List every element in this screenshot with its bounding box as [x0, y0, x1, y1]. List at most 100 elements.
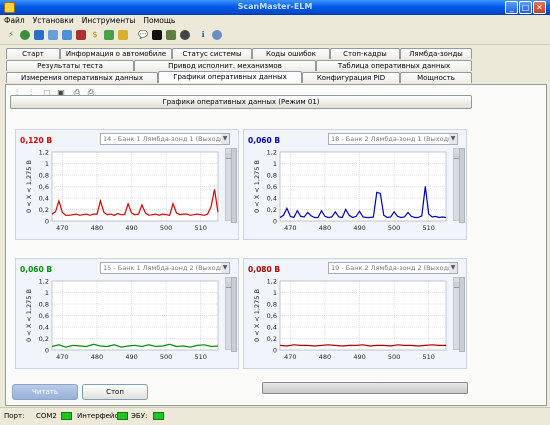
- tab-vehicle-info[interactable]: Информация о автомобиле: [60, 48, 172, 59]
- monitor-icon[interactable]: [152, 30, 162, 40]
- x-tick-label: 500: [160, 353, 172, 361]
- y-tick-label: 0,8: [267, 172, 277, 180]
- chat-icon[interactable]: 💬: [138, 30, 148, 40]
- menu-tools[interactable]: Инструменты: [78, 15, 140, 27]
- tab-live-data-graphs[interactable]: Графики оперативных данных: [158, 71, 302, 83]
- chart-side-bar: [231, 277, 237, 352]
- x-tick-label: 480: [91, 224, 103, 232]
- tab-start[interactable]: Старт: [6, 48, 60, 59]
- menu-settings[interactable]: Установки: [29, 15, 78, 27]
- y-tick-label: 0: [273, 218, 277, 226]
- x-tick-label: 500: [388, 224, 400, 232]
- battery-icon[interactable]: [166, 30, 176, 40]
- chart-panel-2: 0,060 В 18 - Банк 2 Лямбда-зонд 1 (Выход…: [243, 129, 467, 240]
- x-tick-label: 500: [160, 224, 172, 232]
- port-label: Порт:: [4, 412, 25, 420]
- title-bar: ScanMaster-ELM _ □ ✕: [0, 0, 550, 15]
- interface-status-led: [117, 412, 128, 420]
- tab-live-data-table[interactable]: Таблица оперативных данных: [316, 60, 472, 71]
- x-tick-label: 490: [125, 353, 137, 361]
- x-tick-label: 470: [284, 353, 296, 361]
- x-tick-label: 510: [194, 224, 206, 232]
- dollar-icon[interactable]: $: [90, 30, 100, 40]
- y-tick-label: 0,6: [267, 183, 277, 191]
- graph-header: Графики оперативных данных (Режим 01): [10, 95, 472, 109]
- menu-file[interactable]: Файл: [0, 15, 29, 27]
- interface-label: Интерфейс: [77, 412, 119, 420]
- menu-help[interactable]: Помощь: [139, 15, 179, 27]
- chart-panel-3: 0,060 В 15 - Банк 1 Лямбда-зонд 2 (Выход…: [15, 258, 239, 369]
- port-status-led: [61, 412, 72, 420]
- chart-side-bar: [459, 277, 465, 352]
- stop-frame-icon[interactable]: [76, 30, 86, 40]
- table-icon[interactable]: [48, 30, 58, 40]
- x-tick-label: 490: [125, 224, 137, 232]
- tab-power[interactable]: Мощность: [400, 72, 472, 83]
- chart-panel-4: 0,080 В 19 - Банк 2 Лямбда-зонд 2 (Выход…: [243, 258, 467, 369]
- ecu-label: ЭБУ:: [131, 412, 148, 420]
- y-tick-label: 0,4: [39, 195, 49, 203]
- x-tick-label: 500: [388, 353, 400, 361]
- tab-row-1: Старт Информация о автомобиле Статус сис…: [6, 48, 546, 59]
- disc-icon[interactable]: [180, 30, 190, 40]
- stop-button[interactable]: Стоп: [82, 384, 148, 400]
- y-tick-label: 0,6: [39, 312, 49, 320]
- graphs-panel: ⫶ ⫶ ▢ ▣ ⎙ ⎙ Графики оперативных данных (…: [5, 84, 547, 406]
- y-tick-label: 0,8: [267, 301, 277, 309]
- y-tick-label: 1: [273, 160, 277, 168]
- y-tick-label: 1,2: [267, 278, 277, 286]
- tab-system-status[interactable]: Статус системы: [172, 48, 252, 59]
- status-bar: Порт: COM2 Интерфейс ЭБУ:: [0, 407, 550, 425]
- window-title: ScanMaster-ELM: [237, 2, 313, 11]
- tab-pid-config[interactable]: Конфигурация PID: [302, 72, 400, 83]
- y-tick-label: 0: [45, 347, 49, 355]
- y-tick-label: 1,2: [39, 149, 49, 157]
- tab-lambda-sensors[interactable]: Лямбда-зонды: [400, 48, 472, 59]
- y-tick-label: 0,8: [39, 301, 49, 309]
- close-button[interactable]: ✕: [533, 1, 546, 14]
- y-tick-label: 0,4: [267, 195, 277, 203]
- read-button[interactable]: Читать: [12, 384, 78, 400]
- y-tick-label: 0: [45, 218, 49, 226]
- tab-test-results[interactable]: Результаты теста: [6, 60, 134, 71]
- chart-panel-1: 0,120 В 14 - Банк 1 Лямбда-зонд 1 (Выход…: [15, 129, 239, 240]
- progress-bar: [262, 382, 468, 394]
- x-tick-label: 490: [353, 224, 365, 232]
- x-tick-label: 490: [353, 353, 365, 361]
- port-value: COM2: [36, 412, 57, 420]
- x-tick-label: 470: [56, 224, 68, 232]
- lambda-icon[interactable]: [104, 30, 114, 40]
- power-icon[interactable]: [212, 30, 222, 40]
- tab-row-3: Измерения оперативных данных Графики опе…: [6, 71, 546, 83]
- tab-live-data-measure[interactable]: Измерения оперативных данных: [6, 72, 158, 83]
- y-tick-label: 0,2: [39, 335, 49, 343]
- chip-icon[interactable]: [34, 30, 44, 40]
- test-icon[interactable]: [118, 30, 128, 40]
- y-tick-label: 0,6: [39, 183, 49, 191]
- tab-error-codes[interactable]: Коды ошибок: [252, 48, 330, 59]
- line-chart: 0 0,2 0,4 0,6 0,8 1 1,2 470 480 490 500 510 0 < X < …: [253, 278, 447, 361]
- toolbar: ⚡ $ 💬 ℹ: [0, 28, 550, 45]
- info-icon[interactable]: ℹ: [198, 30, 208, 40]
- y-tick-label: 0,2: [267, 206, 277, 214]
- globe-icon[interactable]: [20, 30, 30, 40]
- y-tick-label: 0,4: [267, 324, 277, 332]
- line-chart: 0 0,2 0,4 0,6 0,8 1 1,2 470 480 490 500 510 0 < X < …: [25, 149, 219, 232]
- y-tick-label: 1,2: [39, 278, 49, 286]
- connect-icon[interactable]: ⚡: [6, 30, 16, 40]
- y-tick-label: 0,4: [39, 324, 49, 332]
- y-tick-label: 0,6: [267, 312, 277, 320]
- tab-actuators[interactable]: Привод исполнит. механизмов: [134, 60, 316, 71]
- y-tick-label: 1,2: [267, 149, 277, 157]
- chart-side-bar: [231, 148, 237, 223]
- tab-freeze-frames[interactable]: Стоп-кадры: [330, 48, 400, 59]
- x-tick-label: 510: [422, 224, 434, 232]
- y-tick-label: 1: [45, 289, 49, 297]
- minimize-button[interactable]: _: [505, 1, 518, 14]
- window-icon[interactable]: [62, 30, 72, 40]
- y-tick-label: 1: [273, 289, 277, 297]
- x-tick-label: 480: [319, 353, 331, 361]
- maximize-button[interactable]: □: [519, 1, 532, 14]
- y-axis-label: 0 < X < 1,275 В: [253, 160, 261, 213]
- y-axis-label: 0 < X < 1,275 В: [25, 289, 33, 342]
